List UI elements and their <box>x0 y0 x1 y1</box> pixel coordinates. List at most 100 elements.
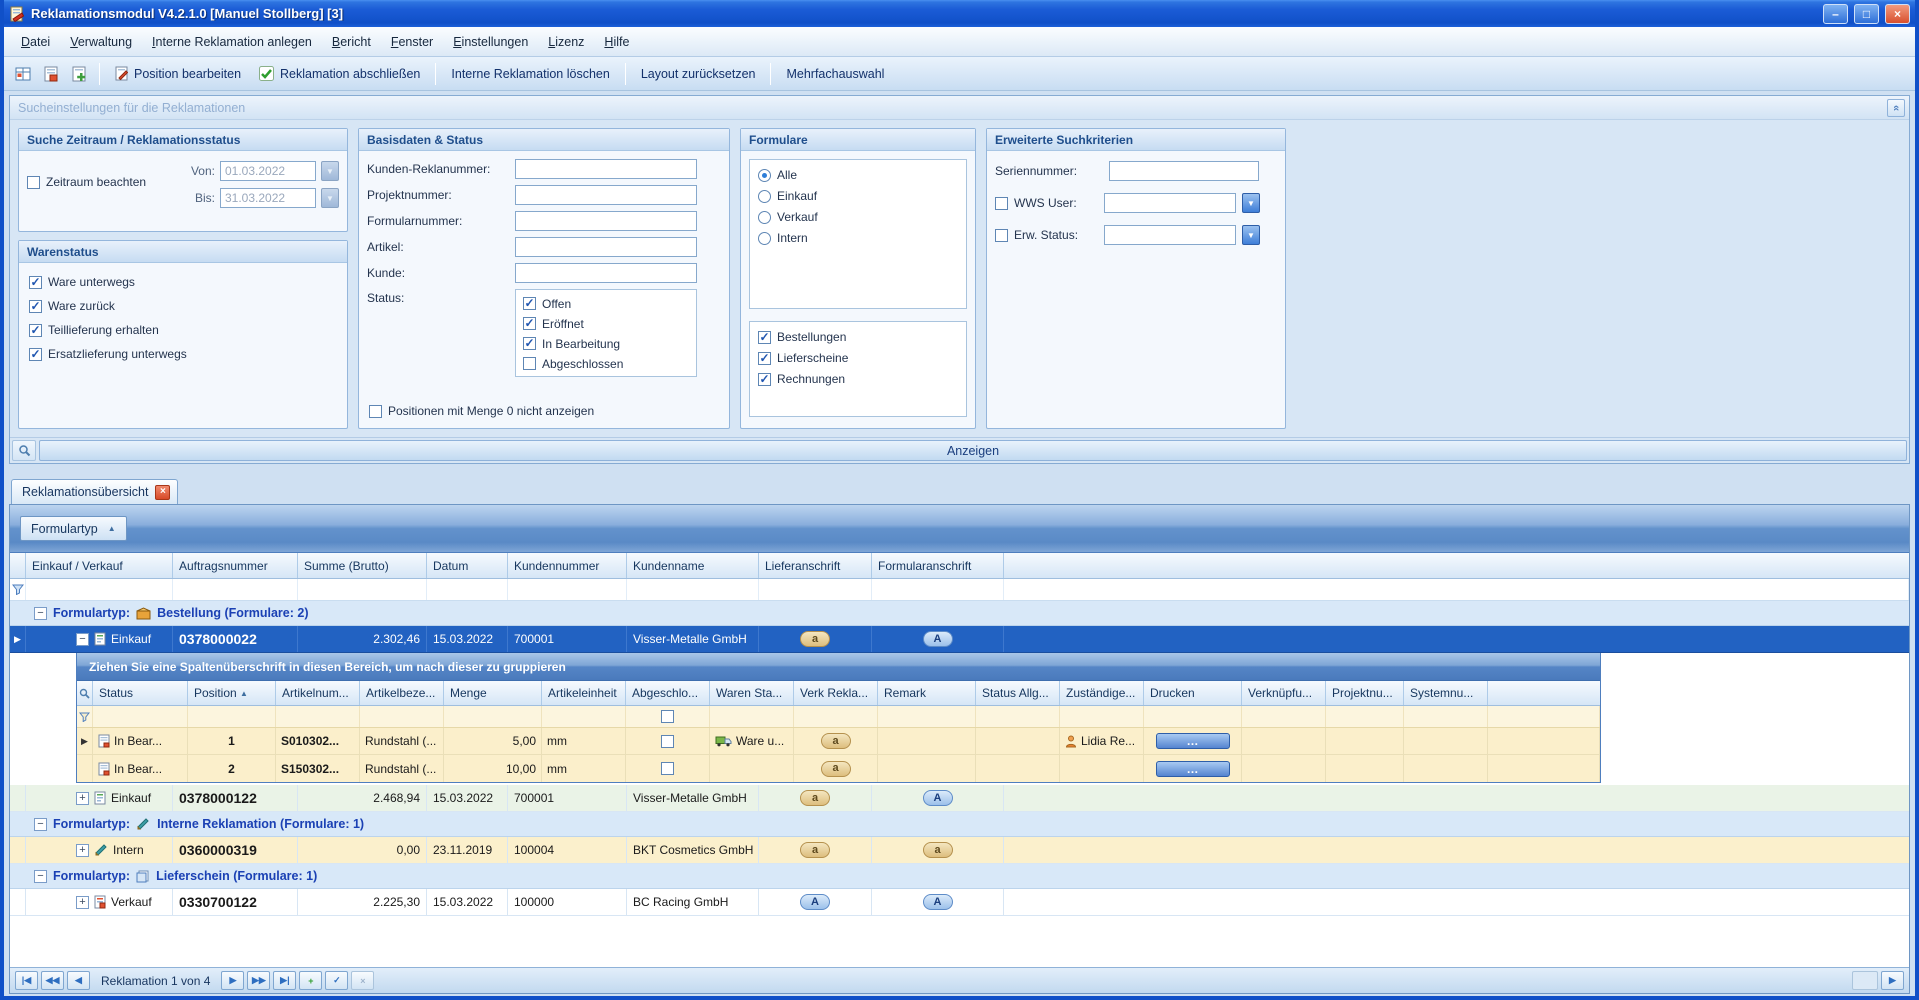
detail-header-systemnummer[interactable]: Systemnu... <box>1404 681 1488 705</box>
detail-filter-abgeschlossen[interactable] <box>626 706 710 727</box>
close-button-icon[interactable]: × <box>1885 3 1910 24</box>
detail-filter-cell[interactable] <box>276 706 360 727</box>
alle-radio[interactable] <box>758 168 771 182</box>
seriennummer-input[interactable] <box>1109 161 1259 181</box>
artikel-input[interactable] <box>515 237 697 257</box>
detail-header-verknuepfung[interactable]: Verknüpfu... <box>1242 681 1326 705</box>
search-icon-cell[interactable] <box>12 440 36 461</box>
projektnummer-input[interactable] <box>515 185 697 205</box>
ersatzlieferung-checkbox[interactable] <box>29 347 42 361</box>
filter-cell[interactable] <box>427 579 508 600</box>
column-header-summe[interactable]: Summe (Brutto) <box>298 553 427 578</box>
verkauf-radio[interactable] <box>758 210 771 224</box>
offen-checkbox[interactable] <box>523 296 536 310</box>
rechnungen-checkbox[interactable] <box>758 372 771 386</box>
erw-status-dropdown-icon[interactable]: ▼ <box>1242 225 1260 245</box>
collapse-icon[interactable]: − <box>34 606 47 620</box>
nav-first-button[interactable]: |◀ <box>15 971 38 990</box>
column-header-lieferanschrift[interactable]: Lieferanschrift <box>759 553 872 578</box>
detail-row-position-2[interactable]: In Bear... 2 S150302... Rundstahl (... 1… <box>77 755 1600 782</box>
drucken-button[interactable]: … <box>1155 733 1230 749</box>
detail-filter-cell[interactable] <box>878 706 976 727</box>
bis-dropdown-icon[interactable]: ▼ <box>321 188 339 208</box>
erw-status-checkbox[interactable] <box>995 228 1008 242</box>
grid-row-0330700122[interactable]: + Verkauf 0330700122 2.225,30 15.03.2022… <box>10 889 1909 916</box>
detail-header-zustaendige[interactable]: Zuständige... <box>1060 681 1144 705</box>
interne-reklamation-loeschen-button[interactable]: Interne Reklamation löschen <box>443 61 617 87</box>
column-header-kundenname[interactable]: Kundenname <box>627 553 759 578</box>
menu-fenster[interactable]: Fenster <box>382 31 442 53</box>
zeitraum-beachten-checkbox[interactable] <box>27 175 40 189</box>
menu-einstellungen[interactable]: Einstellungen <box>444 31 537 53</box>
wws-user-checkbox[interactable] <box>995 196 1008 210</box>
kunde-input[interactable] <box>515 263 697 283</box>
menu-lizenz[interactable]: Lizenz <box>539 31 593 53</box>
group-row-lieferschein[interactable]: − Formulartyp: Lieferschein (Formulare: … <box>10 864 1909 889</box>
detail-header-abgeschlossen[interactable]: Abgeschlo... <box>626 681 710 705</box>
nav-commit-button[interactable]: ✓ <box>325 971 349 990</box>
filter-cell[interactable] <box>508 579 627 600</box>
detail-header-artikelbezeichnung[interactable]: Artikelbeze... <box>360 681 444 705</box>
filter-abgeschlossen-checkbox[interactable] <box>661 710 674 723</box>
nav-cancel-button[interactable]: × <box>351 971 375 990</box>
detail-filter-cell[interactable] <box>93 706 188 727</box>
erw-status-input[interactable] <box>1104 225 1236 245</box>
lieferanschrift-button[interactable]: a <box>800 790 830 806</box>
anzeigen-button[interactable]: Anzeigen <box>39 440 1907 461</box>
detail-header-artikelnummer[interactable]: Artikelnum... <box>276 681 360 705</box>
detail-filter-cell[interactable] <box>444 706 542 727</box>
collapse-icon[interactable]: − <box>34 869 47 883</box>
detail-filter-cell[interactable] <box>188 706 276 727</box>
nav-last-button[interactable]: ▶| <box>273 971 297 990</box>
layout-zuruecksetzen-button[interactable]: Layout zurücksetzen <box>633 61 764 87</box>
group-row-bestellung[interactable]: − Formulartyp: Bestellung (Formulare: 2) <box>10 601 1909 626</box>
group-chip-formulartyp[interactable]: Formulartyp ▲ <box>20 516 127 541</box>
detail-filter-cell[interactable] <box>1326 706 1404 727</box>
verk-reklamation-button[interactable]: a <box>820 760 851 777</box>
von-dropdown-icon[interactable]: ▼ <box>321 161 339 181</box>
lieferscheine-checkbox[interactable] <box>758 351 771 365</box>
menu-bericht[interactable]: Bericht <box>323 31 380 53</box>
wws-user-input[interactable] <box>1104 193 1236 213</box>
detail-header-menge[interactable]: Menge <box>444 681 542 705</box>
filter-cell[interactable] <box>298 579 427 600</box>
nav-add-button[interactable]: + <box>299 971 323 990</box>
tab-close-icon[interactable]: × <box>155 484 171 500</box>
abgeschlossen-row-checkbox[interactable] <box>661 762 674 775</box>
formularnummer-input[interactable] <box>515 211 697 231</box>
drucken-button[interactable]: … <box>1155 760 1230 777</box>
ware-zurueck-checkbox[interactable] <box>29 299 42 313</box>
wws-user-dropdown-icon[interactable]: ▼ <box>1242 193 1260 213</box>
eroeffnet-checkbox[interactable] <box>523 316 536 330</box>
menge-null-checkbox[interactable] <box>369 404 382 418</box>
detail-header-status[interactable]: Status <box>93 681 188 705</box>
tab-reklamationsuebersicht[interactable]: Reklamationsübersicht × <box>11 479 179 504</box>
in-bearbeitung-checkbox[interactable] <box>523 336 536 350</box>
expand-icon[interactable]: + <box>76 843 89 857</box>
detail-filter-cell[interactable] <box>976 706 1060 727</box>
filter-cell[interactable] <box>26 579 173 600</box>
verk-reklamation-button[interactable]: a <box>820 733 851 749</box>
nav-prev-page-button[interactable]: ◀◀ <box>41 971 64 990</box>
column-header-auftragsnummer[interactable]: Auftragsnummer <box>173 553 298 578</box>
detail-header-drucken[interactable]: Drucken <box>1144 681 1242 705</box>
detail-header-status-allg[interactable]: Status Allg... <box>976 681 1060 705</box>
detail-filter-cell[interactable] <box>1144 706 1242 727</box>
detail-header-remark[interactable]: Remark <box>878 681 976 705</box>
grid-tool-button[interactable] <box>10 61 36 87</box>
lieferanschrift-button[interactable]: a <box>800 631 830 647</box>
menu-interne-reklamation-anlegen[interactable]: Interne Reklamation anlegen <box>143 31 321 53</box>
detail-filter-cell[interactable] <box>710 706 794 727</box>
formularanschrift-button[interactable]: a <box>922 842 953 858</box>
detail-filter-cell[interactable] <box>794 706 878 727</box>
document-add-tool-button[interactable] <box>66 61 92 87</box>
document-red-tool-button[interactable] <box>38 61 64 87</box>
menu-datei[interactable]: Datei <box>12 31 59 53</box>
abgeschlossen-row-checkbox[interactable] <box>661 734 674 748</box>
von-date-input[interactable] <box>220 161 316 181</box>
filter-cell[interactable] <box>627 579 759 600</box>
nav-prev-button[interactable]: ◀ <box>67 971 90 990</box>
einkauf-radio[interactable] <box>758 189 771 203</box>
hscroll-track[interactable] <box>1852 971 1878 990</box>
panel-collapse-button[interactable]: « <box>1887 98 1905 117</box>
